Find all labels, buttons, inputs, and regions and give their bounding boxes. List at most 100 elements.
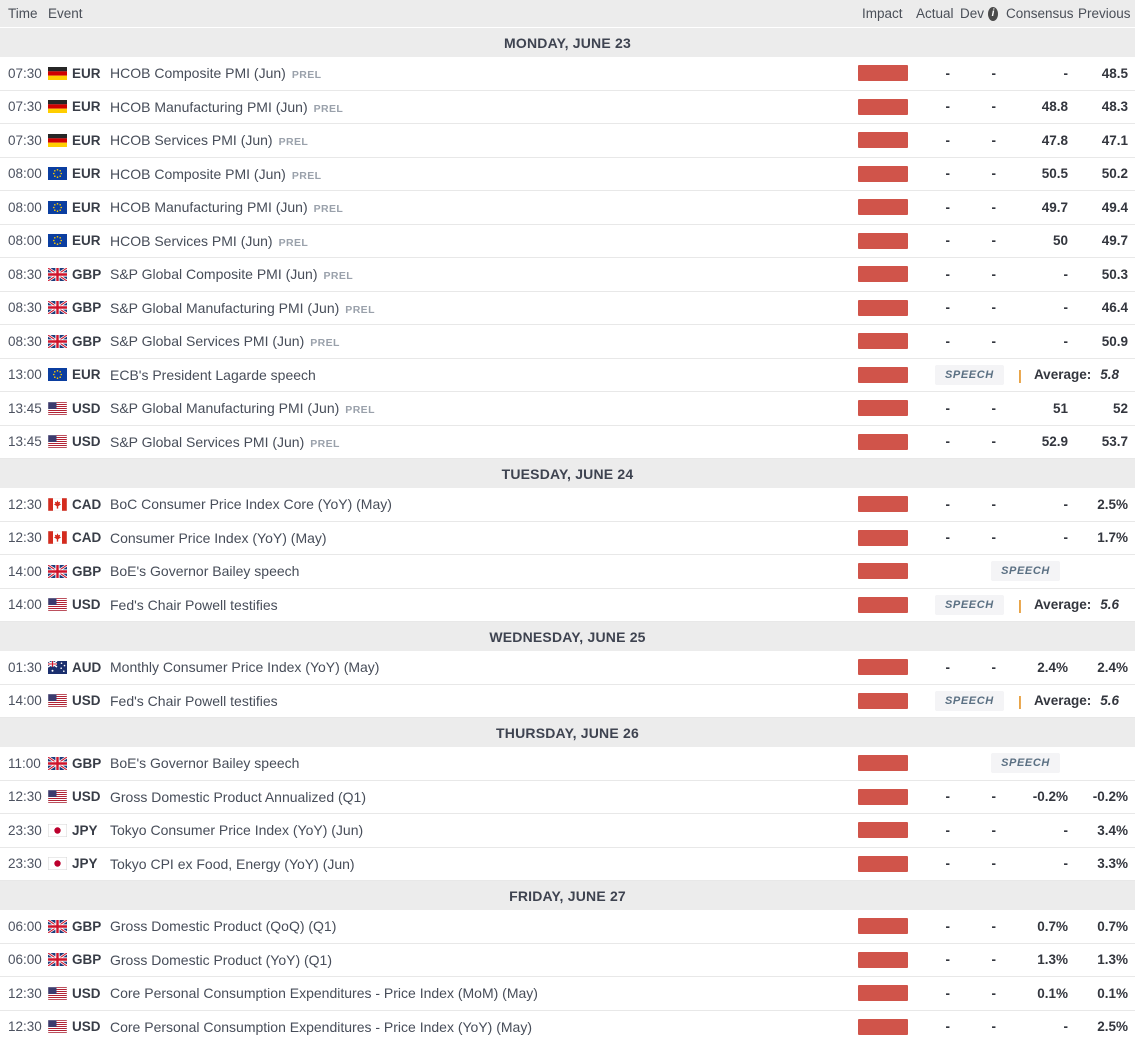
average-value: 5.8 (1100, 367, 1119, 383)
event-row[interactable]: 07:30 EUR HCOB Manufacturing PMI (Jun) PREL… (0, 90, 1135, 124)
eu-flag-icon (48, 200, 67, 214)
impact-cell (858, 400, 916, 417)
actual-value: - (945, 856, 951, 872)
impact-cell (858, 822, 916, 839)
flag-cell (48, 694, 72, 708)
event-row[interactable]: 06:00 GBP Gross Domestic Product (YoY) (Q1… (0, 943, 1135, 977)
germany-flag-icon (48, 100, 67, 114)
column-header-time: Time (8, 6, 38, 21)
event-row[interactable]: 08:30 GBP S&P Global Services PMI (Jun) PRE… (0, 325, 1135, 359)
pipe-separator: | (1018, 692, 1022, 709)
speech-badge: SPEECH (935, 594, 1004, 615)
impact-bar-high (858, 659, 908, 676)
impact-bar-high (858, 529, 908, 546)
prel-badge: PREL (278, 236, 309, 249)
consensus-value: 47.8 (1041, 132, 1068, 148)
actual-value: - (945, 132, 951, 148)
event-row[interactable]: 12:30 USD Core Personal Consumption Expend… (0, 1010, 1135, 1043)
event-name: S&P Global Manufacturing PMI (Jun) (110, 299, 340, 316)
event-name: BoC Consumer Price Index Core (YoY) (May… (110, 496, 392, 513)
event-name: ECB's President Lagarde speech (110, 366, 316, 383)
event-row[interactable]: 07:30 EUR HCOB Services PMI (Jun) PREL - - 47.… (0, 124, 1135, 158)
us-flag-icon (48, 1020, 67, 1034)
flag-cell (48, 267, 72, 281)
event-time: 01:30 (8, 659, 42, 675)
uk-flag-icon (48, 564, 67, 578)
previous-value: 46.4 (1101, 300, 1128, 316)
currency-code: EUR (72, 132, 101, 148)
impact-cell (858, 266, 916, 283)
actual-value: - (945, 918, 951, 934)
calendar-body: MONDAY, JUNE 23 07:30 EUR HCOB Composite PM… (0, 28, 1135, 1043)
info-icon[interactable]: i (988, 6, 998, 21)
column-header-event: Event (48, 6, 83, 21)
currency-code: EUR (72, 65, 101, 81)
flag-cell (48, 234, 72, 248)
event-time: 13:00 (8, 367, 42, 383)
impact-cell (858, 918, 916, 935)
event-row[interactable]: 12:30 CAD Consumer Price Index (YoY) (May)… (0, 521, 1135, 555)
event-row[interactable]: 14:00 USD Fed's Chair Powell testifies SPEE… (0, 684, 1135, 718)
dev-value: - (991, 132, 997, 148)
currency-code: JPY (72, 856, 98, 872)
us-flag-icon (48, 598, 67, 612)
event-row[interactable]: 08:00 EUR HCOB Composite PMI (Jun) PREL - - 50… (0, 157, 1135, 191)
event-time: 07:30 (8, 65, 42, 81)
event-row[interactable]: 13:45 USD S&P Global Services PMI (Jun) PRE… (0, 425, 1135, 459)
event-row[interactable]: 11:00 GBP BoE's Governor Bailey speech SPEE… (0, 747, 1135, 781)
event-row[interactable]: 08:00 EUR HCOB Manufacturing PMI (Jun) PREL… (0, 191, 1135, 225)
uk-flag-icon (48, 301, 67, 315)
prel-badge: PREL (291, 169, 322, 182)
event-row[interactable]: 08:30 GBP S&P Global Composite PMI (Jun) PR… (0, 258, 1135, 292)
speech-span: SPEECH (916, 747, 1135, 780)
event-row[interactable]: 07:30 EUR HCOB Composite PMI (Jun) PREL - - - 4… (0, 57, 1135, 91)
day-header-label: THURSDAY, JUNE 26 (496, 724, 639, 741)
event-name: HCOB Composite PMI (Jun) (110, 165, 286, 182)
event-name-cell: HCOB Manufacturing PMI (Jun) PREL (110, 199, 858, 215)
event-row[interactable]: 08:00 EUR HCOB Services PMI (Jun) PREL - - 50 4… (0, 224, 1135, 258)
previous-value: 52 (1112, 400, 1128, 416)
currency-code: GBP (72, 918, 102, 934)
event-row[interactable]: 12:30 USD Core Personal Consumption Expend… (0, 977, 1135, 1011)
impact-bar-high (858, 433, 908, 450)
event-name-cell: S&P Global Manufacturing PMI (Jun) PREL (110, 300, 858, 316)
event-row[interactable]: 14:00 GBP BoE's Governor Bailey speech SPEE… (0, 555, 1135, 589)
actual-value: - (945, 199, 951, 215)
impact-cell (858, 985, 916, 1002)
event-name-cell: S&P Global Services PMI (Jun) PREL (110, 333, 858, 349)
flag-cell (48, 790, 72, 804)
event-name: Fed's Chair Powell testifies (110, 596, 278, 613)
event-name-cell: HCOB Composite PMI (Jun) PREL (110, 65, 858, 81)
uk-flag-icon (48, 919, 67, 933)
consensus-value: - (1063, 1019, 1069, 1035)
canada-flag-icon (48, 497, 67, 511)
previous-value: 2.5% (1097, 496, 1128, 512)
impact-bar-high (858, 165, 908, 182)
event-name-cell: Monthly Consumer Price Index (YoY) (May) (110, 659, 858, 675)
event-row[interactable]: 12:30 CAD BoC Consumer Price Index Core (Y… (0, 488, 1135, 522)
eu-flag-icon (48, 167, 67, 181)
event-row[interactable]: 14:00 USD Fed's Chair Powell testifies SPEE… (0, 588, 1135, 622)
actual-value: - (945, 333, 951, 349)
event-row[interactable]: 06:00 GBP Gross Domestic Product (QoQ) (Q1… (0, 910, 1135, 944)
event-row[interactable]: 13:45 USD S&P Global Manufacturing PMI (Ju… (0, 392, 1135, 426)
event-row[interactable]: 01:30 AUD Monthly Consumer Price Index (Yo… (0, 651, 1135, 685)
event-time: 23:30 (8, 856, 42, 872)
impact-bar-high (858, 366, 908, 383)
event-row[interactable]: 23:30 JPY Tokyo Consumer Price Index (YoY)… (0, 814, 1135, 848)
eu-flag-icon (48, 368, 67, 382)
event-row[interactable]: 13:00 EUR ECB's President Lagarde speech SP… (0, 358, 1135, 392)
event-row[interactable]: 12:30 USD Gross Domestic Product Annualize… (0, 780, 1135, 814)
column-header-actual: Actual (916, 6, 954, 21)
actual-value: - (945, 659, 951, 675)
impact-bar-high (858, 199, 908, 216)
previous-value: 50.9 (1101, 333, 1128, 349)
impact-cell (858, 692, 916, 709)
japan-flag-icon (48, 823, 67, 837)
event-name: HCOB Services PMI (Jun) (110, 232, 273, 249)
previous-value: 53.7 (1101, 434, 1128, 450)
speech-badge: SPEECH (991, 753, 1060, 774)
event-row[interactable]: 08:30 GBP S&P Global Manufacturing PMI (Ju… (0, 291, 1135, 325)
event-row[interactable]: 23:30 JPY Tokyo CPI ex Food, Energy (YoY) … (0, 847, 1135, 881)
day-header-label: WEDNESDAY, JUNE 25 (489, 628, 646, 645)
